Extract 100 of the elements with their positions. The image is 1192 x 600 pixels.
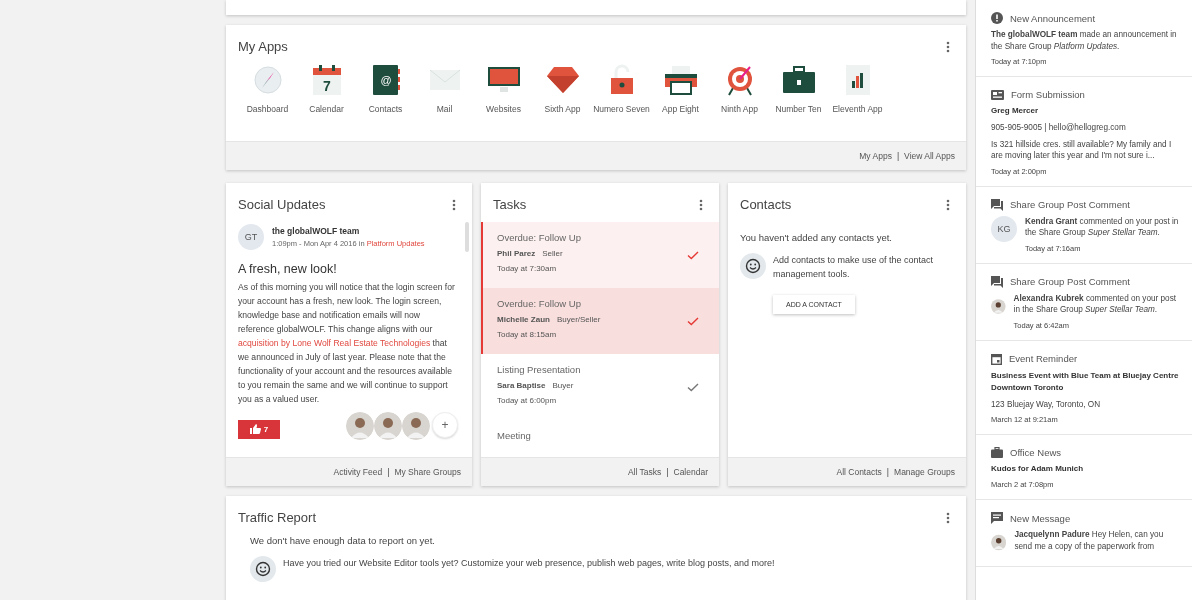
check-icon[interactable] [687, 316, 699, 326]
calendar-icon [991, 352, 1002, 365]
notification-title: New Message [1010, 512, 1071, 524]
task-item[interactable]: Overdue: Follow Up Phil Parez Seller Today at 7:30am [481, 222, 719, 288]
app-tile[interactable]: Numero Seven [592, 64, 651, 114]
card-title: Tasks [493, 197, 527, 212]
hint-text: Add contacts to make use of the contact management tools. [773, 254, 935, 281]
more-icon[interactable] [946, 512, 950, 524]
card-title: Contacts [740, 197, 792, 212]
app-tile[interactable]: Sixth App [533, 64, 592, 114]
separator: | [886, 467, 890, 477]
more-icon[interactable] [946, 199, 950, 211]
card-title: My Apps [238, 39, 288, 54]
app-tile[interactable]: Ninth App [710, 64, 769, 114]
app-tile[interactable]: Eleventh App [828, 64, 887, 114]
footer-link[interactable]: All Tasks [627, 467, 662, 477]
app-tile[interactable]: Mail [415, 64, 474, 114]
footer-link[interactable]: My Apps [859, 151, 892, 161]
post-body: As of this morning you will notice that the login screen for your account has a fresh, new look. The login screen, knowledge base and notification emails will now reference globalWOLF. This change aligns with our acquisition by Lone Wolf Real Estate Technologies that we announced in July of last year. Please note that the functionality of your account and the resources available to you remain the same and we will continue to support you as a valued user. [238, 281, 456, 406]
notification-subject: Business Event with Blue Team at Bluejay Centre Downtown Toronto [991, 369, 1180, 394]
app-tile[interactable]: Number Ten [769, 64, 828, 114]
avatar: KG [991, 215, 1017, 242]
contact-name: Michelle Zaun [497, 315, 550, 324]
compass-icon [252, 64, 283, 96]
footer-link[interactable]: Activity Feed [333, 467, 383, 477]
task-title: Meeting [497, 430, 531, 441]
notification-title: Form Submission [1011, 89, 1085, 100]
scroll-bar[interactable] [465, 222, 469, 252]
notification-title: New Announcement [1010, 12, 1096, 24]
contact-name: Sara Baptise [497, 381, 546, 390]
notification-title: Office News [1010, 447, 1062, 458]
alert-icon [991, 12, 1003, 24]
notification-title: Share Group Post Comment [1010, 199, 1130, 210]
app-tile[interactable]: App Eight [651, 64, 710, 114]
person-avatar [402, 412, 430, 440]
notification-subject: Kudos for Adam Munich [991, 463, 1084, 475]
id-card-icon [991, 89, 1004, 100]
contact-role: Buyer [552, 381, 574, 390]
bar-chart-icon [844, 64, 871, 96]
notification-item[interactable]: New Message Jacquelynn Padure Hey Helen, can you send me a copy of the paperwork from [976, 500, 1192, 567]
address-book-icon: @ [370, 64, 401, 96]
more-icon[interactable] [699, 199, 703, 211]
check-icon[interactable] [687, 382, 699, 392]
add-button[interactable]: + [432, 412, 458, 438]
footer-link[interactable]: View All Apps [904, 151, 955, 161]
more-icon[interactable] [946, 41, 950, 53]
task-item[interactable]: Meeting [481, 420, 719, 457]
check-icon[interactable] [687, 250, 699, 260]
briefcase-icon [991, 447, 1003, 458]
task-time: Today at 7:30am [497, 264, 558, 273]
card-title: Social Updates [238, 197, 326, 212]
post-headline: A fresh, new look! [238, 262, 338, 276]
notification-detail: 905-905-9005 | hello@hellogreg.com [991, 122, 1127, 134]
footer-link[interactable]: All Contacts [836, 467, 882, 477]
separator: | [896, 151, 900, 161]
footer-link[interactable]: Calendar [673, 467, 708, 477]
thumbs-up-icon [249, 424, 261, 434]
separator: | [666, 467, 669, 477]
notification-title: Share Group Post Comment [1010, 276, 1130, 287]
contact-name: Phil Parez [497, 249, 536, 258]
app-tile[interactable]: @ Contacts [356, 64, 415, 114]
footer-link[interactable]: My Share Groups [394, 467, 461, 477]
task-item[interactable]: Listing Presentation Sara Baptise Buyer Today at 6:00pm [481, 354, 719, 420]
footer-link[interactable]: Manage Groups [894, 467, 955, 477]
like-button[interactable]: 7 [238, 419, 280, 439]
app-tile[interactable]: Dashboard [238, 64, 297, 114]
task-title: Overdue: Follow Up [497, 298, 582, 309]
notification-text: Jacquelynn Padure Hey Helen, can you send me a copy of the paperwork from [1014, 529, 1165, 552]
chat-icon [991, 198, 1003, 211]
task-title: Overdue: Follow Up [497, 232, 581, 243]
app-tile[interactable]: 7 Calendar [297, 64, 356, 114]
contact-role: Seller [542, 249, 563, 258]
person-avatar [374, 412, 402, 440]
notification-text: Is 321 hillside cres. still available? My family and I are moving later this year and I'm not sure i... [991, 138, 1173, 162]
more-icon[interactable] [452, 199, 456, 211]
card-title: Traffic Report [238, 510, 317, 525]
padlock-icon [608, 64, 635, 96]
post-link[interactable]: acquisition by Lone Wolf Real Estate Technologies [238, 338, 431, 348]
hint-text: Have you tried our Website Editor tools yet? Customize your web presence, publish web pages, write blog posts, and more! [283, 557, 775, 570]
smiley-icon [740, 253, 766, 279]
author-name: the globalWOLF team [272, 226, 361, 236]
task-item[interactable]: Overdue: Follow Up Michelle Zaun Buyer/Seller Today at 8:15am [481, 288, 719, 354]
briefcase-icon [781, 64, 816, 96]
empty-message: You haven't added any contacts yet. [740, 232, 893, 243]
message-icon [991, 512, 1003, 524]
avatar: GT [238, 224, 264, 250]
notification-text: Alexandra Kubrek commented on your post in the Share Group Super Stellar Team. [1013, 292, 1178, 316]
task-time: Today at 8:15am [497, 330, 558, 339]
smiley-icon [250, 556, 276, 582]
person-avatar [346, 412, 374, 440]
chat-icon [991, 275, 1003, 288]
notification-text: The globalWOLF team made an announcement in the Share Group Platform Updates. [991, 29, 1178, 52]
empty-message: We don't have enough data to report on yet. [250, 535, 436, 546]
contact-role: Buyer/Seller [556, 315, 601, 324]
printer-icon [663, 64, 698, 96]
notification-text: Kendra Grant commented on your post in the Share Group Super Stellar Team. [1025, 215, 1180, 239]
app-tile[interactable]: Websites [474, 64, 533, 114]
task-title: Listing Presentation [497, 364, 581, 375]
separator: | [387, 467, 390, 477]
notification-detail: 123 Bluejay Way, Toronto, ON [991, 398, 1102, 410]
